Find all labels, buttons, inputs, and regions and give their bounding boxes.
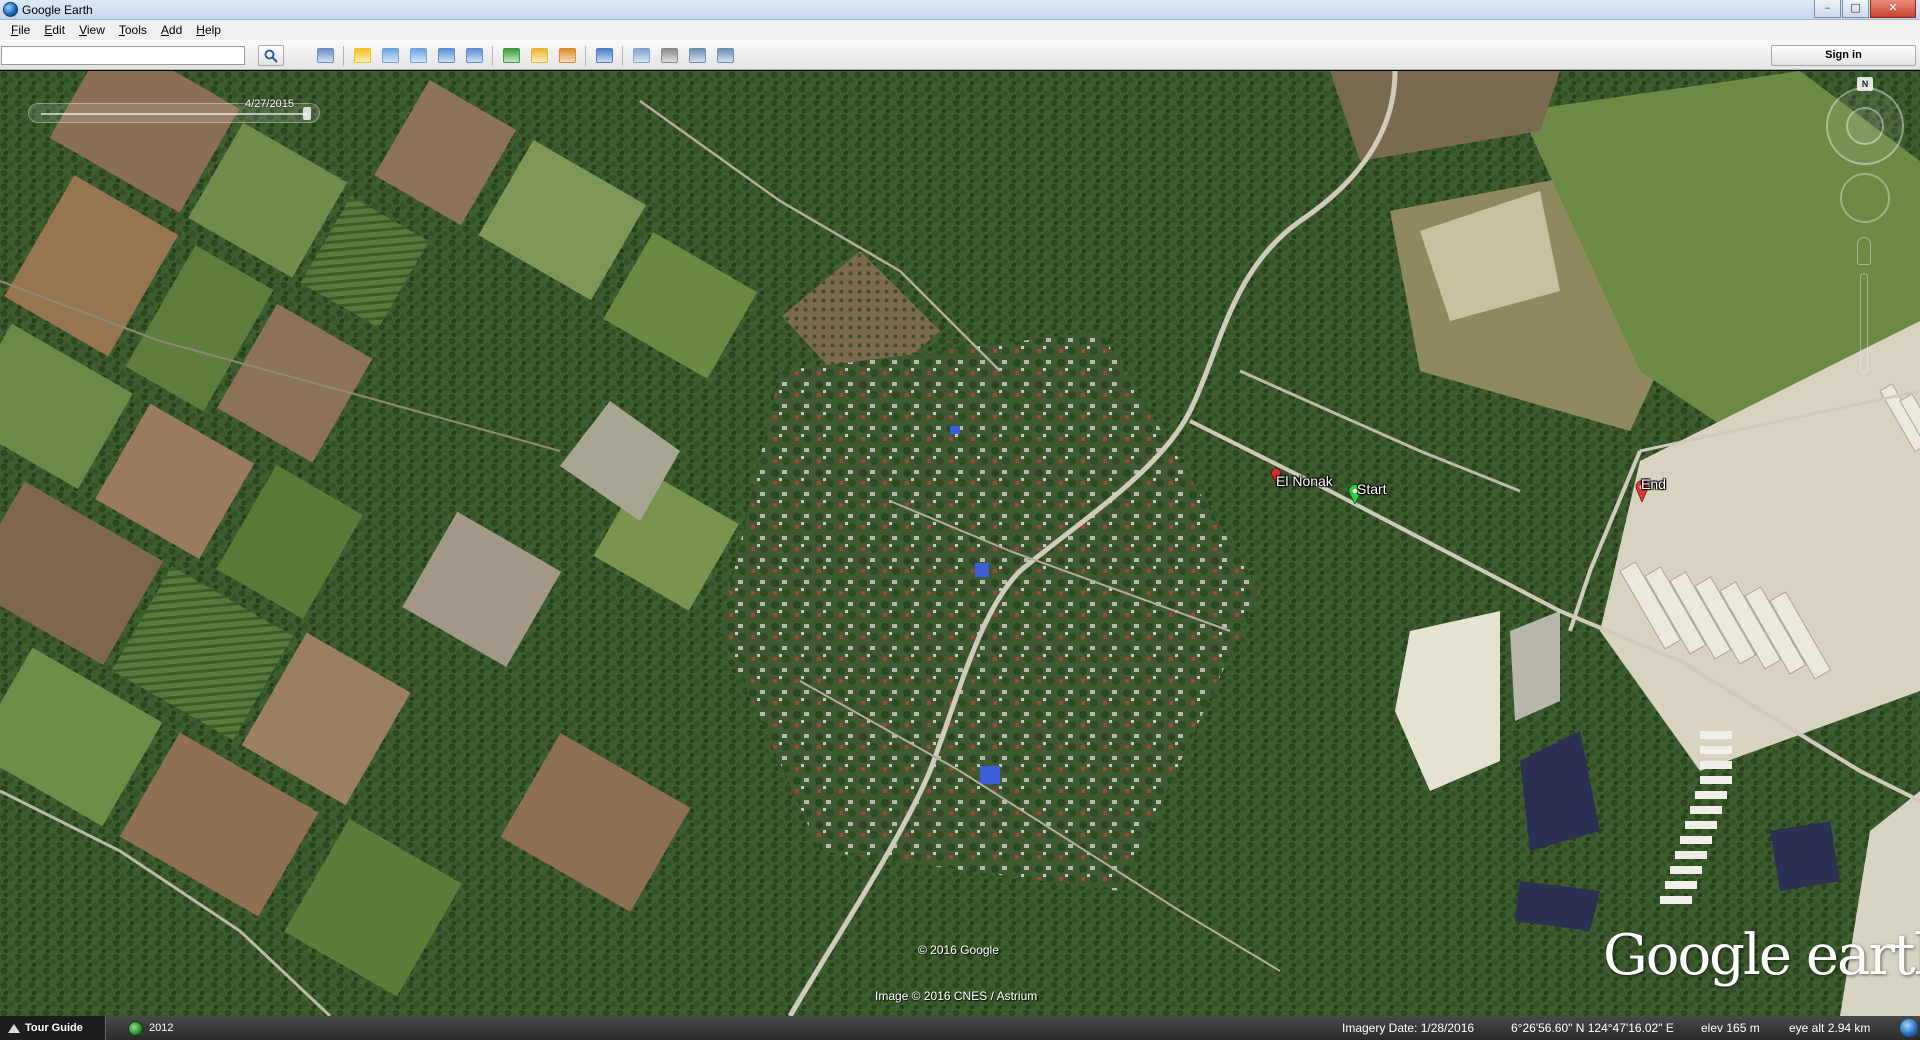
ruler-button[interactable] [592,45,616,66]
imagery-date: Imagery Date: 1/28/2016 [1342,1021,1475,1035]
tour-guide-arrow-icon [8,1024,20,1033]
toolbar-separator [492,45,493,66]
window-title: Google Earth [22,3,93,17]
add-path-button[interactable] [406,45,430,66]
satellite-imagery [0,71,1920,1016]
record-tour-button[interactable] [462,45,486,66]
historical-imagery-button[interactable] [499,45,523,66]
close-button[interactable]: ✕ [1870,0,1916,18]
email-icon [632,48,650,63]
toolbar-separator [622,45,623,66]
add-placemark-icon [353,48,371,63]
historical-imagery-year-button[interactable]: 2012 [128,1020,173,1036]
placemark-end-label[interactable]: End [1641,476,1666,492]
add-placemark-button[interactable] [350,45,374,66]
menu-view[interactable]: View [72,23,112,37]
toolbar: Sign in [0,40,1920,70]
toolbar-separator [585,45,586,66]
historical-year-label: 2012 [149,1022,174,1034]
maximize-button[interactable]: □ [1842,0,1869,18]
cursor-elevation: elev 165 m [1701,1021,1760,1035]
placemark-el-nonak-label[interactable]: El Nonak [1276,473,1333,489]
print-icon [660,48,678,63]
earth-map-view[interactable]: 4/27/2015 N El Nonak Start End © 2016 Go… [0,71,1920,1016]
toolbar-separator [343,45,344,66]
title-bar: Google Earth – □ ✕ [0,0,1920,20]
google-earth-logo: Google earth [1603,923,1920,988]
tour-guide-button[interactable]: Tour Guide [0,1016,106,1040]
switch-to-sky-button[interactable] [555,45,579,66]
menu-bar: File Edit View Tools Add Help [0,20,1920,40]
add-polygon-button[interactable] [378,45,402,66]
time-slider-thumb[interactable] [303,107,311,120]
minimize-button[interactable]: – [1814,0,1841,18]
toolbar-icon-group [313,45,741,66]
historical-imagery-clock-icon [128,1020,143,1036]
move-joystick[interactable] [1840,173,1890,223]
copyright-imagery: Image © 2016 CNES / Astrium [875,989,1038,1003]
search-input[interactable] [1,46,245,65]
sidebar-toggle-button[interactable] [313,45,337,66]
add-polygon-icon [381,48,399,63]
add-image-overlay-icon [437,48,455,63]
view-in-maps-button[interactable] [713,45,737,66]
switch-to-sky-icon [558,48,576,63]
tour-guide-label: Tour Guide [25,1022,83,1034]
menu-edit[interactable]: Edit [37,23,72,37]
eye-altitude: eye alt 2.94 km [1789,1021,1871,1035]
menu-file[interactable]: File [4,23,37,37]
sidebar-toggle-icon [316,48,334,63]
placemark-start-label[interactable]: Start [1357,481,1387,497]
cursor-coordinates: 6°26'56.60" N 124°47'16.02" E [1511,1021,1674,1035]
copyright-google: © 2016 Google [918,943,999,957]
menu-tools[interactable]: Tools [112,23,154,37]
print-button[interactable] [657,45,681,66]
add-image-overlay-button[interactable] [434,45,458,66]
search-icon [264,49,278,63]
sunlight-icon [530,48,548,63]
time-slider-date: 4/27/2015 [245,98,294,110]
add-path-icon [409,48,427,63]
ruler-icon [595,48,613,63]
compass-north-button[interactable]: N [1857,77,1873,91]
save-image-button[interactable] [685,45,709,66]
status-bar: Tour Guide 2012 Imagery Date: 1/28/2016 … [0,1016,1920,1040]
navigation-controls: N [1824,77,1908,377]
sunlight-button[interactable] [527,45,551,66]
menu-help[interactable]: Help [189,23,228,37]
menu-add[interactable]: Add [154,23,189,37]
email-button[interactable] [629,45,653,66]
window-controls: – □ ✕ [1814,0,1916,18]
view-in-maps-icon [716,48,734,63]
search-button[interactable] [258,45,284,66]
sign-in-button[interactable]: Sign in [1771,45,1916,66]
google-earth-app-icon [3,2,18,17]
historical-imagery-icon [502,48,520,63]
street-view-pegman-icon[interactable] [1857,237,1871,265]
look-joystick-center[interactable] [1846,107,1884,145]
save-image-icon [688,48,706,63]
time-slider-track [41,113,307,115]
zoom-slider[interactable] [1860,273,1868,373]
streaming-globe-icon [1900,1019,1918,1037]
record-tour-icon [465,48,483,63]
